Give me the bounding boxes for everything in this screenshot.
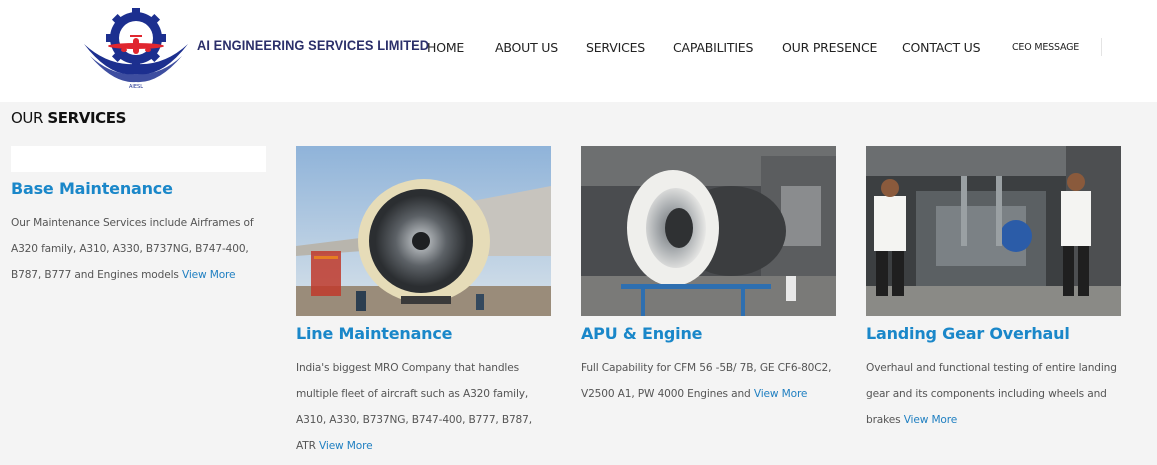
landing-gear-title[interactable]: Landing Gear Overhaul — [866, 324, 1070, 343]
line-maintenance-view-more-link[interactable]: View More — [319, 440, 373, 452]
section-title-bold: SERVICES — [47, 109, 127, 127]
line-maintenance-image[interactable] — [296, 146, 551, 316]
nav-home[interactable]: HOME — [427, 40, 464, 55]
base-maintenance-title[interactable]: Base Maintenance — [11, 179, 173, 198]
landing-gear-view-more-link[interactable]: View More — [904, 414, 958, 426]
nav-divider — [1101, 38, 1102, 56]
section-title: OUR SERVICES — [11, 109, 126, 127]
landing-gear-image[interactable] — [866, 146, 1121, 316]
line-maintenance-text: India's biggest MRO Company that handles… — [296, 355, 554, 459]
line-maintenance-title[interactable]: Line Maintenance — [296, 324, 453, 343]
apu-engine-text: Full Capability for CFM 56 -5B/ 7B, GE C… — [581, 355, 839, 407]
nav-about-us[interactable]: ABOUT US — [495, 40, 558, 55]
nav-capabilities[interactable]: CAPABILITIES — [673, 40, 753, 55]
nav-ceo-message[interactable]: CEO MESSAGE — [1012, 42, 1079, 53]
base-maintenance-image-placeholder — [11, 146, 266, 172]
nav-contact-us[interactable]: CONTACT US — [902, 40, 981, 55]
landing-gear-text: Overhaul and functional testing of entir… — [866, 355, 1124, 433]
logo-caption: AIESL — [129, 84, 143, 90]
nav-our-presence[interactable]: OUR PRESENCE — [782, 40, 877, 55]
base-maintenance-view-more-link[interactable]: View More — [182, 269, 236, 281]
apu-engine-image[interactable] — [581, 146, 836, 316]
apu-engine-view-more-link[interactable]: View More — [754, 388, 808, 400]
site-header: AIESL AI ENGINEERING SERVICES LIMITED HO… — [0, 0, 1157, 102]
apu-engine-title[interactable]: APU & Engine — [581, 324, 702, 343]
line-maintenance-description: India's biggest MRO Company that handles… — [296, 362, 532, 452]
main-nav: HOME ABOUT US SERVICES CAPABILITIES OUR … — [0, 40, 1157, 60]
base-maintenance-text: Our Maintenance Services include Airfram… — [11, 210, 269, 288]
section-title-light: OUR — [11, 109, 48, 127]
nav-services[interactable]: SERVICES — [586, 40, 645, 55]
